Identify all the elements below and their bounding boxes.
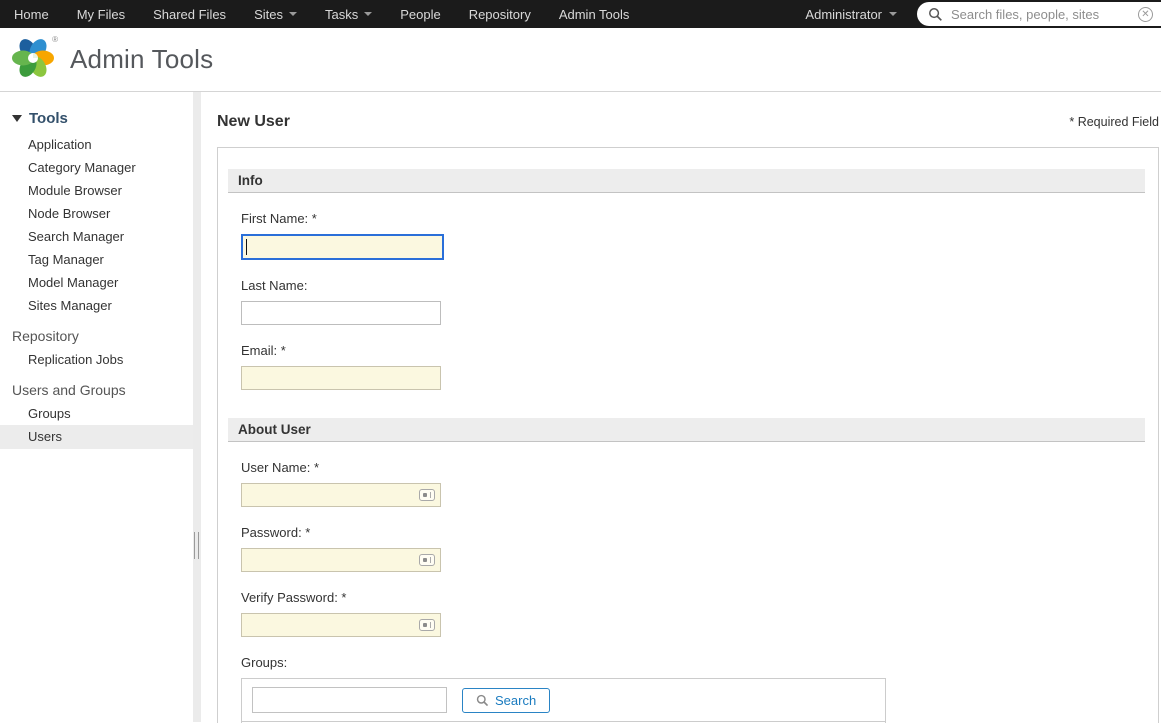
- sidebar-item-sites-manager[interactable]: Sites Manager: [0, 294, 193, 317]
- search-button-label: Search: [495, 693, 536, 708]
- admin-tools-sidebar: Tools Application Category Manager Modul…: [0, 92, 193, 722]
- email-label: Email: *: [241, 343, 1145, 358]
- text-cursor: [246, 239, 247, 255]
- nav-item-repository[interactable]: Repository: [469, 7, 531, 22]
- alfresco-flower-icon: [10, 35, 56, 81]
- clear-search-icon[interactable]: ✕: [1138, 7, 1153, 22]
- nav-item-label: Sites: [254, 7, 283, 22]
- nav-item-label: Admin Tools: [559, 7, 630, 22]
- nav-item-home[interactable]: Home: [14, 7, 49, 22]
- nav-item-sites[interactable]: Sites: [254, 7, 297, 22]
- key-line: [430, 622, 431, 628]
- nav-item-admin-tools[interactable]: Admin Tools: [559, 7, 630, 22]
- chevron-down-icon: [889, 12, 897, 16]
- groups-search-row: Search: [242, 679, 885, 722]
- key-line: [430, 492, 431, 498]
- info-fields: First Name: * Last Name: Email: *: [228, 211, 1145, 390]
- page-header: ® Admin Tools: [0, 28, 1161, 92]
- last-name-label: Last Name:: [241, 278, 1145, 293]
- new-user-form: Info First Name: * Last Name: Email: * A…: [217, 147, 1159, 723]
- user-name-label: User Name: *: [241, 460, 1145, 475]
- global-search-input[interactable]: [951, 7, 1138, 22]
- nav-item-label: My Files: [77, 7, 125, 22]
- sidebar-item-groups[interactable]: Groups: [0, 402, 193, 425]
- nav-item-tasks[interactable]: Tasks: [325, 7, 372, 22]
- sidebar-item-node-browser[interactable]: Node Browser: [0, 202, 193, 225]
- page-title-admin-tools: Admin Tools: [70, 44, 213, 75]
- alfresco-logo: ®: [10, 35, 60, 85]
- resize-handle-icon[interactable]: [194, 532, 199, 559]
- required-field-note: * Required Field: [1069, 115, 1159, 129]
- sidebar-tools-header[interactable]: Tools: [0, 110, 193, 127]
- groups-search-input[interactable]: [252, 687, 447, 713]
- key-line: [430, 557, 431, 563]
- sidebar-item-application[interactable]: Application: [0, 133, 193, 156]
- user-name-wrap: [241, 483, 441, 507]
- section-header-info: Info: [228, 169, 1145, 193]
- password-wrap: [241, 548, 441, 572]
- registered-mark: ®: [52, 35, 58, 44]
- search-icon: [928, 7, 943, 22]
- chevron-down-icon: [289, 12, 297, 16]
- nav-item-label: Home: [14, 7, 49, 22]
- sidebar-item-replication-jobs[interactable]: Replication Jobs: [0, 348, 193, 371]
- sidebar-item-search-manager[interactable]: Search Manager: [0, 225, 193, 248]
- tools-header-label: Tools: [29, 110, 68, 127]
- user-name-input[interactable]: [241, 483, 441, 507]
- nav-item-label: People: [400, 7, 440, 22]
- groups-picker: Search Enter search terms to find groups: [241, 678, 886, 723]
- credential-key-icon: [419, 554, 435, 566]
- global-search-box[interactable]: ✕: [917, 2, 1161, 26]
- first-name-input[interactable]: [241, 234, 444, 260]
- sidebar-item-users[interactable]: Users: [0, 425, 193, 449]
- first-name-wrap: [241, 234, 441, 260]
- user-menu-administrator[interactable]: Administrator: [805, 7, 897, 22]
- key-dot: [423, 558, 427, 562]
- sidebar-item-module-browser[interactable]: Module Browser: [0, 179, 193, 202]
- credential-key-icon: [419, 619, 435, 631]
- verify-password-input[interactable]: [241, 613, 441, 637]
- sidebar-resizer[interactable]: [193, 92, 201, 722]
- key-dot: [423, 493, 427, 497]
- content-area: Tools Application Category Manager Modul…: [0, 92, 1161, 722]
- verify-password-label: Verify Password: *: [241, 590, 1145, 605]
- credential-key-icon: [419, 489, 435, 501]
- email-input[interactable]: [241, 366, 441, 390]
- section-header-about-user: About User: [228, 418, 1145, 442]
- last-name-wrap: [241, 301, 441, 325]
- groups-search-button[interactable]: Search: [462, 688, 550, 713]
- groups-label: Groups:: [241, 655, 1145, 670]
- chevron-down-icon: [364, 12, 372, 16]
- verify-password-wrap: [241, 613, 441, 637]
- sidebar-item-tag-manager[interactable]: Tag Manager: [0, 248, 193, 271]
- title-row: New User * Required Field: [217, 113, 1159, 131]
- first-name-label: First Name: *: [241, 211, 1145, 226]
- password-label: Password: *: [241, 525, 1145, 540]
- nav-item-people[interactable]: People: [400, 7, 440, 22]
- nav-item-label: Repository: [469, 7, 531, 22]
- topbar-right: Administrator ✕: [805, 0, 1161, 28]
- top-navigation-bar: Home My Files Shared Files Sites Tasks P…: [0, 0, 1161, 28]
- nav-item-my-files[interactable]: My Files: [77, 7, 125, 22]
- key-dot: [423, 623, 427, 627]
- nav-item-shared-files[interactable]: Shared Files: [153, 7, 226, 22]
- collapse-triangle-icon: [12, 115, 22, 122]
- sidebar-group-repository: Repository: [0, 325, 193, 348]
- top-nav: Home My Files Shared Files Sites Tasks P…: [0, 7, 629, 22]
- about-user-fields: User Name: * Password: * Verify Password…: [228, 460, 1145, 723]
- sidebar-item-model-manager[interactable]: Model Manager: [0, 271, 193, 294]
- search-icon: [476, 694, 489, 707]
- sidebar-item-category-manager[interactable]: Category Manager: [0, 156, 193, 179]
- sidebar-group-users-and-groups: Users and Groups: [0, 379, 193, 402]
- new-user-title: New User: [217, 113, 290, 131]
- last-name-input[interactable]: [241, 301, 441, 325]
- main-panel: New User * Required Field Info First Nam…: [201, 92, 1161, 722]
- nav-item-label: Shared Files: [153, 7, 226, 22]
- email-wrap: [241, 366, 441, 390]
- password-input[interactable]: [241, 548, 441, 572]
- user-menu-label: Administrator: [805, 7, 882, 22]
- nav-item-label: Tasks: [325, 7, 358, 22]
